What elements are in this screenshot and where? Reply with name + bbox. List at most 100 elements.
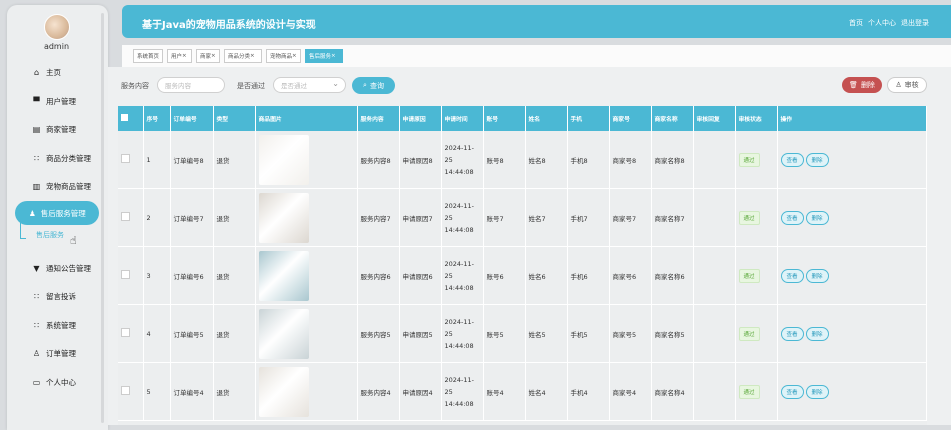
checkbox-cell [118,362,144,421]
cell-no: 2 [143,188,171,247]
product-image[interactable] [258,192,309,243]
sidebar-scrollbar[interactable] [101,13,104,423]
cell-merchant_no: 商家号7 [609,188,652,247]
service-filter-label: 服务内容 [121,82,149,90]
table-row[interactable]: 3 订单编号6 退货 服务内容6 申请原因6 2024-11-25 14:44:08 账号6… [118,246,927,305]
column-header[interactable]: 申请时间 [441,106,484,131]
tab-2[interactable]: 商家 × [196,49,220,63]
column-header[interactable]: 类型 [213,106,256,131]
close-icon[interactable]: × [250,53,255,59]
cell-reason: 申请原因5 [399,304,442,363]
tab-1[interactable]: 用户 × [167,49,192,63]
monitor-icon: ▀ [33,97,40,106]
search-icon: ⌕ [363,81,367,89]
column-header[interactable]: 手机 [567,106,610,131]
cell-order: 订单编号4 [170,362,214,421]
cell-phone: 手机8 [567,131,610,189]
cell-no: 3 [143,246,171,305]
sidebar-item-8[interactable]: ∷ 系统管理 [32,320,76,331]
product-image[interactable] [258,250,309,301]
row-delete-button[interactable]: 删除 [805,384,829,399]
column-header[interactable]: 序号 [143,106,171,131]
view-button[interactable]: 查看 [780,152,804,167]
sidebar-item-0[interactable]: ⌂ 主页 [32,67,61,78]
row-checkbox[interactable] [121,328,130,337]
column-header[interactable]: 服务内容 [357,106,400,131]
sidebar-item-label: 主页 [46,68,61,77]
header-link-home[interactable]: 首页 [849,18,863,28]
table-row[interactable]: 5 订单编号4 退货 服务内容4 申请原因4 2024-11-25 14:44:08 账号4… [118,362,927,421]
column-header[interactable]: 审核回复 [693,106,736,131]
audit-button[interactable]: ♙ 审核 [887,77,927,93]
close-icon[interactable]: × [292,53,297,59]
header-link-logout[interactable]: 退出登录 [901,18,929,28]
row-checkbox[interactable] [121,154,130,163]
audit-select[interactable]: 是否通过 [273,77,346,93]
product-image[interactable] [258,134,309,185]
row-delete-button[interactable]: 删除 [805,326,829,341]
cell-reply [693,246,736,305]
product-image-cell [255,362,358,421]
sidebar-item-1[interactable]: ▀ 用户管理 [32,96,76,107]
sidebar-item-5[interactable]: ♟ 售后服务管理 [15,201,99,225]
column-header[interactable]: 操作 [777,106,927,131]
delete-button[interactable]: 🗑 删除 [842,77,882,93]
product-image[interactable] [258,308,309,359]
row-checkbox[interactable] [121,270,130,279]
header-link-profile[interactable]: 个人中心 [868,18,896,28]
tab-3[interactable]: 商品分类 × [224,49,262,63]
sidebar-item-9[interactable]: ♙ 订单管理 [32,348,76,359]
avatar[interactable] [44,14,70,40]
column-header[interactable]: 申请原因 [399,106,442,131]
column-header[interactable]: 商品图片 [255,106,358,131]
column-header[interactable]: 商家号 [609,106,652,131]
cell-content: 服务内容4 [357,362,400,421]
sidebar-item-4[interactable]: ▥ 宠物商品管理 [32,181,91,192]
sidebar-item-2[interactable]: ▤ 商家管理 [32,124,76,135]
tab-bar: 系统首页 用户 × 商家 × 商品分类 × 宠物商品 × 售后服务 × [122,45,951,67]
header-select-all[interactable] [118,106,144,131]
table-row[interactable]: 1 订单编号8 退货 服务内容8 申请原因8 2024-11-25 14:44:08 账号8… [118,131,927,189]
view-button[interactable]: 查看 [780,384,804,399]
tab-4[interactable]: 宠物商品 × [266,49,301,63]
table-row[interactable]: 4 订单编号5 退货 服务内容5 申请原因5 2024-11-25 14:44:08 账号5… [118,304,927,363]
sidebar-item-3[interactable]: ∷ 商品分类管理 [32,153,91,164]
view-button[interactable]: 查看 [780,210,804,225]
column-header[interactable]: 商家名称 [651,106,694,131]
column-header[interactable]: 订单编号 [170,106,214,131]
row-delete-button[interactable]: 删除 [805,268,829,283]
service-search-input[interactable]: 服务内容 [157,77,225,93]
cell-account: 账号4 [483,362,526,421]
tab-0[interactable]: 系统首页 [133,49,163,63]
close-icon[interactable]: × [211,53,216,59]
row-checkbox[interactable] [121,386,130,395]
row-delete-button[interactable]: 删除 [805,152,829,167]
select-all-checkbox[interactable] [121,114,128,121]
column-header[interactable]: 账号 [483,106,526,131]
sidebar-item-6[interactable]: ▼ 通知公告管理 [32,263,91,274]
sidebar-item-10[interactable]: ▭ 个人中心 [32,377,76,388]
view-button[interactable]: 查看 [780,326,804,341]
cell-name: 姓名4 [525,362,568,421]
sidebar-subitem-after-sales[interactable]: 售后服务 [36,230,64,240]
sidebar-item-label: 商品分类管理 [46,154,91,163]
product-image[interactable] [258,366,309,417]
cell-time: 2024-11-25 14:44:08 [441,362,484,421]
sidebar-item-7[interactable]: ∷ 留言投诉 [32,291,76,302]
status-cell: 通过 [735,188,778,247]
tab-label: 宠物商品 [270,54,293,60]
column-header[interactable]: 姓名 [525,106,568,131]
cell-content: 服务内容5 [357,304,400,363]
close-icon[interactable]: × [182,53,187,59]
tab-5[interactable]: 售后服务 × [305,49,343,63]
sidebar-item-label: 留言投诉 [46,292,76,301]
row-checkbox[interactable] [121,212,130,221]
row-delete-button[interactable]: 删除 [805,210,829,225]
table-row[interactable]: 2 订单编号7 退货 服务内容7 申请原因7 2024-11-25 14:44:08 账号7… [118,188,927,247]
close-icon[interactable]: × [331,53,336,59]
search-button[interactable]: ⌕ 查询 [352,77,395,94]
status-badge: 通过 [738,210,760,225]
cell-account: 账号6 [483,246,526,305]
column-header[interactable]: 审核状态 [735,106,778,131]
view-button[interactable]: 查看 [780,268,804,283]
